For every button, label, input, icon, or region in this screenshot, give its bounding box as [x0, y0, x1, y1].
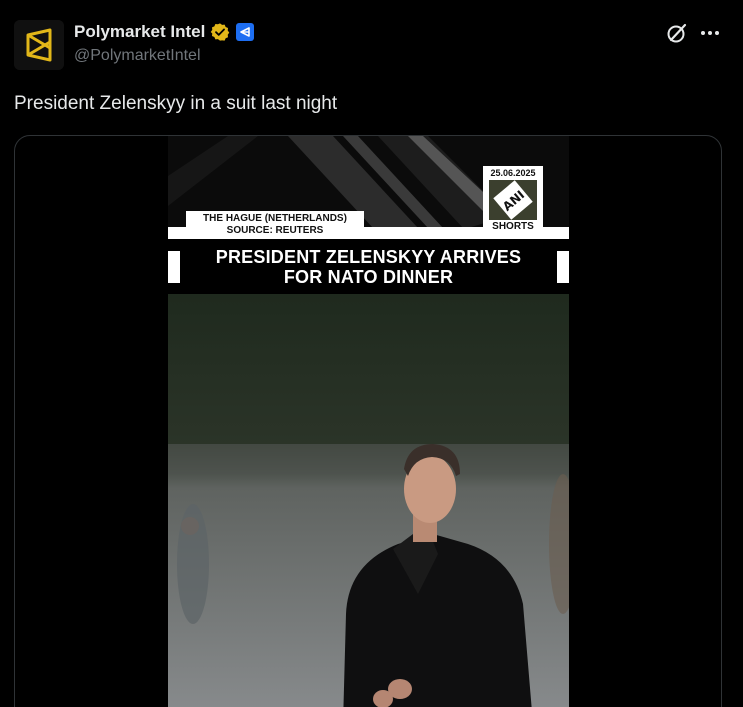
- headline-line-2: FOR NATO DINNER: [283, 267, 454, 287]
- ani-shorts-label: SHORTS: [492, 221, 534, 232]
- tweet-text: President Zelenskyy in a suit last night: [14, 93, 338, 114]
- video-frame-image: [168, 294, 569, 707]
- headline-tab-left: [168, 251, 180, 283]
- video-headline: PRESIDENT ZELENSKYY ARRIVES FOR NATO DIN…: [198, 247, 539, 287]
- ani-logo: 25.06.2025 ANI SHORTS: [483, 166, 543, 238]
- grok-icon[interactable]: [665, 21, 689, 45]
- ani-mark-icon: ANI: [489, 180, 537, 220]
- more-icon[interactable]: [699, 24, 721, 42]
- author-name-row: Polymarket Intel: [74, 21, 255, 43]
- verified-badge-icon[interactable]: [210, 22, 230, 42]
- media-container[interactable]: THE HAGUE (NETHERLANDS) SOURCE: REUTERS …: [14, 135, 722, 707]
- location-line-1: THE HAGUE (NETHERLANDS): [203, 213, 347, 224]
- headline-tab-right: [557, 251, 569, 283]
- video-date: 25.06.2025: [490, 168, 536, 178]
- author-handle[interactable]: @PolymarketIntel: [74, 47, 201, 65]
- affiliate-badge-icon[interactable]: [236, 23, 255, 41]
- location-caption: THE HAGUE (NETHERLANDS) SOURCE: REUTERS: [186, 211, 364, 238]
- location-line-2: SOURCE: REUTERS: [226, 225, 324, 236]
- video-player[interactable]: THE HAGUE (NETHERLANDS) SOURCE: REUTERS …: [168, 136, 569, 707]
- tweet-post: Polymarket Intel @PolymarketIntel Presid…: [0, 0, 743, 707]
- polymarket-logo-icon: [14, 20, 64, 70]
- headline-bar: PRESIDENT ZELENSKYY ARRIVES FOR NATO DIN…: [168, 239, 569, 295]
- author-display-name[interactable]: Polymarket Intel: [74, 22, 205, 42]
- avatar[interactable]: [14, 20, 64, 70]
- headline-line-1: PRESIDENT ZELENSKYY ARRIVES: [215, 247, 522, 267]
